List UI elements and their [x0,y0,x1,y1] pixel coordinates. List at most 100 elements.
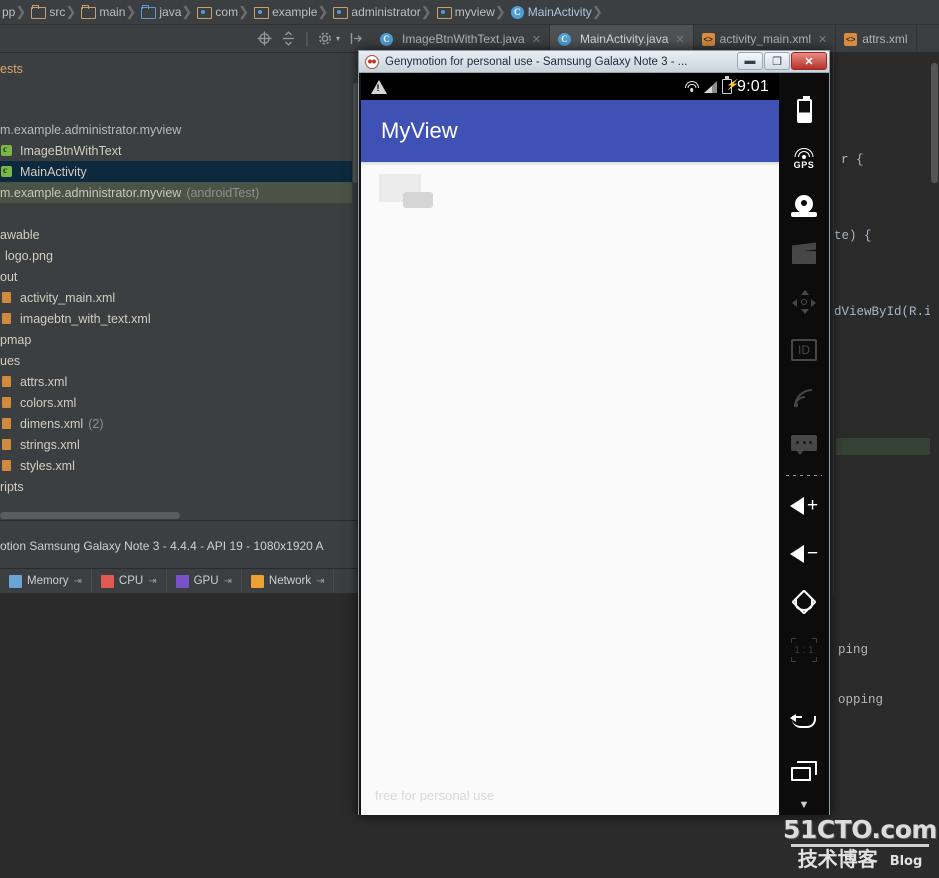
app-title: MyView [381,118,458,143]
tree-label: pmap [0,332,32,347]
project-toolbar[interactable]: | ▾ [0,25,372,52]
tree-row[interactable]: logo.png [5,245,353,266]
toolbar-divider [786,475,822,477]
breadcrumb-label: myview [454,5,495,19]
image-button-with-text[interactable] [403,192,433,208]
tree-row[interactable]: colors.xml [0,392,353,413]
close-icon[interactable]: ✕ [675,33,684,46]
monitor-tab-memory[interactable]: Memory ⇥ [0,569,92,593]
breadcrumb-item-java[interactable]: java ❯ [139,0,195,24]
gear-icon[interactable] [318,31,333,46]
tree-row[interactable]: ues [0,350,353,371]
editor-vertical-scrollbar[interactable] [930,53,939,594]
genymotion-title-bar[interactable]: Genymotion for personal use - Samsung Ga… [359,51,829,73]
sms-bubble-icon[interactable] [779,422,829,470]
breadcrumb-item-myview[interactable]: myview ❯ [435,0,509,24]
tree-row[interactable]: styles.xml [0,455,353,476]
tree-row[interactable]: imagebtn_with_text.xml [0,308,353,329]
id-icon[interactable]: ID [779,326,829,374]
tab-activity-main-xml[interactable]: <> activity_main.xml ✕ [694,25,837,52]
tree-row[interactable]: pmap [0,329,353,350]
breadcrumb-item-main[interactable]: main ❯ [79,0,139,24]
monitor-tab-gpu[interactable]: GPU ⇥ [167,569,242,593]
rss-signal-icon[interactable] [779,374,829,422]
detach-icon[interactable]: ⇥ [316,576,324,587]
tree-row[interactable]: strings.xml [0,434,353,455]
breadcrumb-label: administrator [351,5,421,19]
tree-row[interactable]: awable [0,224,353,245]
close-button[interactable]: ✕ [791,52,827,70]
maximize-button[interactable]: ❐ [764,52,790,70]
tab-imagebtnwithtext-java[interactable]: C ImageBtnWithText.java ✕ [372,25,550,52]
monitor-tab-cpu[interactable]: CPU ⇥ [92,569,167,593]
rotate-icon[interactable] [779,578,829,626]
tree-row[interactable]: ripts [0,476,353,497]
genymotion-window[interactable]: Genymotion for personal use - Samsung Ga… [358,50,830,815]
android-monitor-tabs[interactable]: Memory ⇥ CPU ⇥ GPU ⇥ Network ⇥ [0,568,360,594]
java-class-icon: C [557,32,571,46]
breadcrumb-item-example[interactable]: example ❯ [252,0,331,24]
gps-icon[interactable]: GPS [779,135,829,183]
tree-row[interactable]: out [0,266,353,287]
volume-up-icon[interactable]: + [779,482,829,530]
tab-mainactivity-java[interactable]: C MainActivity.java ✕ [549,25,694,52]
folder-icon [81,5,97,19]
close-icon[interactable]: ✕ [818,33,827,46]
back-arrow-icon[interactable] [779,700,829,748]
tab-attrs-xml[interactable]: <> attrs.xml [836,25,917,52]
project-horizontal-scrollbar[interactable] [0,511,353,520]
scale-one-to-one-icon[interactable]: 1 : 1 [779,626,829,674]
breadcrumb-item-mainactivity[interactable]: C MainActivity ❯ [509,0,606,24]
device-dropdown[interactable]: otion Samsung Galaxy Note 3 - 4.4.4 - AP… [0,535,360,557]
breadcrumb-item-src[interactable]: src ❯ [29,0,79,24]
tree-row[interactable]: ests [0,58,353,79]
navigation-breadcrumb[interactable]: pp ❯ src ❯ main ❯ java ❯ com ❯ example ❯ [0,0,939,25]
monitor-tab-network[interactable]: Network ⇥ [242,569,335,593]
tree-row-mainactivity[interactable]: MainActivity [0,161,353,182]
breadcrumb-label: example [272,5,318,19]
volume-down-icon[interactable]: − [779,530,829,578]
tree-row[interactable]: dimens.xml (2) [0,413,353,434]
detach-icon[interactable]: ⇥ [148,576,156,587]
xml-file-icon: <> [701,32,715,46]
breadcrumb-item-administrator[interactable]: administrator ❯ [331,0,434,24]
genymotion-toolbar[interactable]: GPS ID + − 1 : 1 ▼ [779,73,829,815]
breadcrumb-item-app[interactable]: pp ❯ [0,0,29,24]
tree-label: activity_main.xml [20,290,116,305]
close-icon[interactable]: ✕ [532,33,541,46]
network-graph-icon [250,574,264,588]
editor-tab-bar[interactable]: | ▾ C ImageBtnWithText.java ✕ C MainActi… [0,25,939,53]
tree-row[interactable]: attrs.xml [0,371,353,392]
clapperboard-icon[interactable] [779,230,829,278]
battery-icon[interactable] [779,87,829,135]
breadcrumb-separator: ❯ [494,4,506,19]
tree-label: dimens.xml [20,416,84,431]
tree-row[interactable]: m.example.administrator.myview [0,119,353,140]
chevron-down-icon[interactable]: ▼ [779,795,829,815]
breadcrumb-separator: ❯ [15,4,27,19]
folder-icon [31,5,47,19]
camera-icon[interactable] [779,183,829,231]
gps-label: GPS [793,160,815,171]
recents-icon[interactable] [779,747,829,795]
tree-row[interactable]: m.example.administrator.myview (androidT… [0,182,353,203]
xml-file-icon [0,291,16,305]
collapse-all-icon[interactable] [281,31,296,46]
app-content-area[interactable]: free for personal use [361,162,779,815]
monitor-tab-label: Memory [27,575,69,587]
minimize-button[interactable]: ▬ [737,52,763,70]
android-device-screen[interactable]: ⚡ 9:01 MyView free for personal use [359,73,779,815]
device-dropdown-value: otion Samsung Galaxy Note 3 - 4.4.4 - AP… [0,539,324,553]
target-icon[interactable] [257,31,272,46]
window-controls[interactable]: ▬ ❐ ✕ [737,52,827,70]
tree-row[interactable]: ImageBtnWithText [0,140,353,161]
hide-panel-icon[interactable] [349,31,364,46]
detach-icon[interactable]: ⇥ [74,576,82,587]
detach-icon[interactable]: ⇥ [224,576,232,587]
breadcrumb-item-com[interactable]: com ❯ [195,0,252,24]
dpad-icon[interactable] [779,278,829,326]
tab-label: attrs.xml [862,32,908,46]
project-tool-window[interactable]: ests m.example.administrator.myview Imag… [0,53,360,520]
tree-row[interactable]: activity_main.xml [0,287,353,308]
tree-label: attrs.xml [20,374,68,389]
